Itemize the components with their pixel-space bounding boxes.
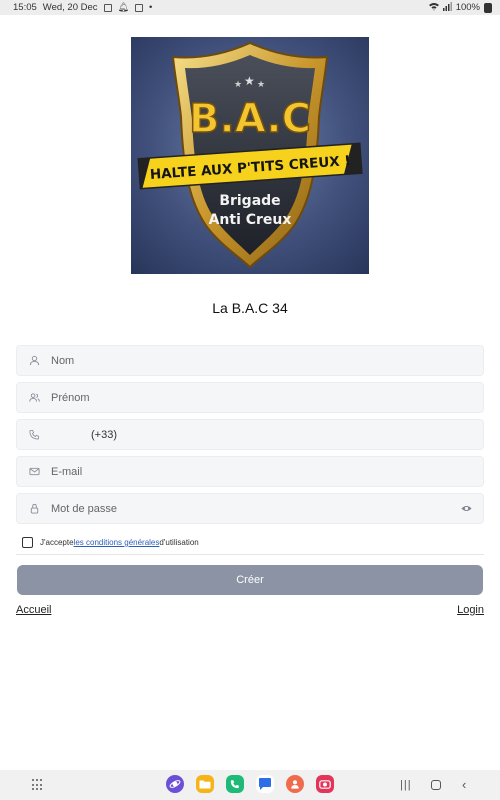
svg-text:★: ★ [244, 74, 255, 88]
logo-acronym: B.A.C [189, 96, 311, 142]
app-dock [166, 775, 334, 793]
contacts-app-icon[interactable] [286, 775, 304, 793]
eye-icon[interactable] [459, 502, 473, 516]
camera-app-icon[interactable] [316, 775, 334, 793]
prenom-input[interactable] [51, 383, 483, 412]
users-icon [27, 391, 41, 405]
battery-icon [484, 2, 492, 13]
home-button[interactable] [431, 780, 441, 790]
internet-app-icon[interactable] [166, 775, 184, 793]
badge-logo-graphic: ★ ★ ★ B.A.C HALTE AUX P'TITS CREUX ! Bri… [137, 41, 363, 269]
phone-input[interactable] [123, 420, 483, 449]
lock-icon [27, 502, 41, 516]
phone-icon [27, 428, 41, 442]
folder-app-icon[interactable] [196, 775, 214, 793]
svg-text:★: ★ [234, 80, 242, 90]
email-field[interactable] [16, 456, 484, 487]
app-drawer-icon[interactable] [32, 779, 44, 791]
terms-link[interactable]: les conditions générales [74, 538, 160, 547]
login-link[interactable]: Login [457, 604, 484, 616]
phone-field[interactable]: (+33) [16, 419, 484, 450]
password-field[interactable] [16, 493, 484, 524]
terms-prefix: J'accepte [40, 538, 74, 547]
nom-field[interactable] [16, 345, 484, 376]
terms-suffix: d'utilisation [159, 538, 199, 547]
home-link[interactable]: Accueil [16, 604, 51, 616]
logo-line2: Anti Creux [209, 212, 292, 228]
phone-app-icon[interactable] [226, 775, 244, 793]
nom-input[interactable] [51, 346, 483, 375]
battery-percent: 100% [455, 2, 480, 13]
terms-row: J'accepte les conditions générales d'uti… [16, 533, 484, 555]
status-right: 100% [428, 2, 492, 13]
more-notifications-dot: • [148, 2, 153, 13]
email-input[interactable] [51, 457, 483, 486]
mail-icon [27, 465, 41, 479]
navigation-bar: ||| ‹ [0, 770, 500, 800]
check-notification-icon [134, 3, 143, 12]
messages-app-icon[interactable] [256, 775, 274, 793]
password-input[interactable] [51, 494, 459, 523]
gallery-notification-icon [103, 3, 112, 12]
prenom-field[interactable] [16, 382, 484, 413]
brand-logo: ★ ★ ★ B.A.C HALTE AUX P'TITS CREUX ! Bri… [131, 37, 369, 274]
user-icon [27, 354, 41, 368]
status-time: 15:05 [13, 2, 37, 13]
status-bar: 15:05 Wed, 20 Dec 🔔︎ • 100% [0, 0, 500, 15]
bell-notification-icon: 🔔︎ [117, 2, 129, 12]
country-code-prefix[interactable]: (+33) [91, 429, 117, 441]
status-date: Wed, 20 Dec [42, 2, 98, 13]
create-account-button[interactable]: Créer [17, 565, 483, 595]
terms-checkbox[interactable] [22, 537, 33, 548]
signal-icon [442, 2, 452, 13]
svg-text:★: ★ [257, 80, 265, 90]
wifi-icon [428, 2, 439, 13]
logo-line1: Brigade [219, 193, 280, 209]
recent-apps-button[interactable]: ||| [400, 779, 412, 791]
back-button[interactable]: ‹ [462, 777, 466, 792]
status-left: 15:05 Wed, 20 Dec 🔔︎ • [13, 2, 152, 13]
page-title: La B.A.C 34 [212, 300, 288, 316]
